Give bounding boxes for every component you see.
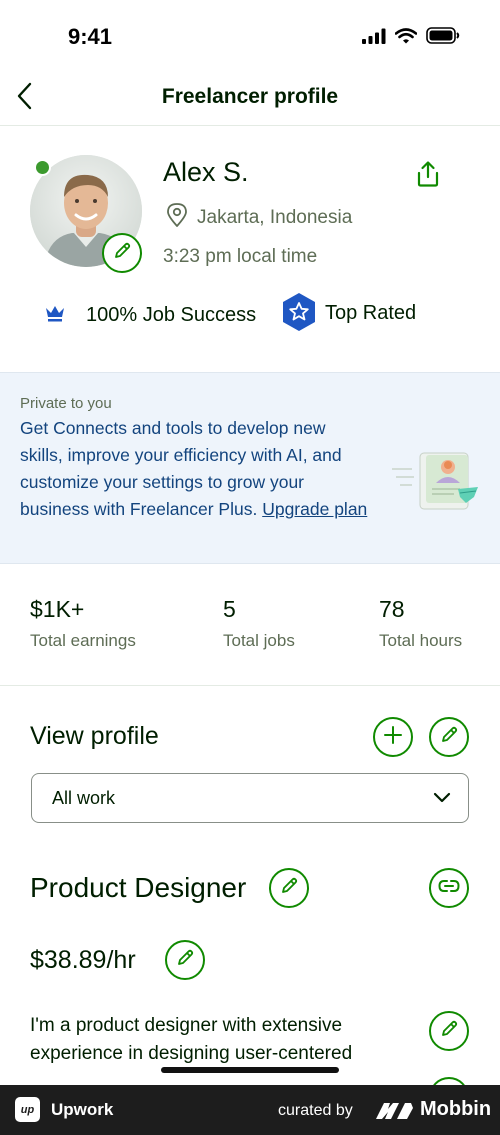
- plus-icon: [383, 725, 403, 750]
- top-rated-badge-icon: [280, 292, 318, 337]
- edit-title-button[interactable]: [269, 868, 309, 908]
- pencil-icon: [279, 876, 299, 901]
- footer-app-name: Upwork: [51, 1100, 114, 1119]
- profile-overview: I'm a product designer with extensive ex…: [30, 1015, 353, 1064]
- stat-value: 78: [379, 596, 405, 622]
- profile-select-dropdown[interactable]: All work: [31, 773, 469, 823]
- footer-brand: Mobbin: [420, 1098, 492, 1120]
- wifi-icon: [394, 27, 418, 49]
- hourly-rate: $38.89/hr: [30, 946, 136, 974]
- avatar-container: [30, 155, 142, 273]
- upgrade-plan-link[interactable]: Upgrade plan: [262, 499, 367, 519]
- promo-body: Get Connects and tools to develop new sk…: [20, 415, 372, 523]
- share-button[interactable]: [412, 160, 444, 192]
- location-text: Jakarta, Indonesia: [197, 206, 353, 228]
- link-icon: [438, 879, 460, 898]
- pencil-icon: [112, 241, 132, 266]
- cellular-signal-icon: [362, 28, 386, 49]
- pencil-icon: [175, 948, 195, 973]
- copy-profile-link-button[interactable]: [429, 868, 469, 908]
- stat-value: 5: [223, 596, 236, 622]
- location-row: Jakarta, Indonesia: [165, 202, 352, 233]
- stat-total-jobs: 5 Total jobs: [223, 596, 295, 651]
- crown-icon: [44, 304, 66, 327]
- stat-value: $1K+: [30, 596, 85, 622]
- select-value: All work: [52, 788, 116, 808]
- job-success-badge: 100% Job Success: [86, 304, 257, 326]
- location-pin-icon: [165, 202, 189, 233]
- upgrade-promo-banner: Private to you Get Connects and tools to…: [0, 372, 500, 564]
- status-icons: [362, 27, 460, 49]
- chevron-down-icon: [432, 790, 452, 809]
- stat-label: Total hours: [379, 631, 463, 650]
- stat-total-hours: 78 Total hours: [379, 596, 462, 651]
- home-indicator[interactable]: [161, 1067, 339, 1073]
- mobbin-logo-icon: [375, 1100, 415, 1125]
- profile-header: Alex S. Jakarta, Indonesia 3:23 pm local…: [0, 126, 500, 372]
- edit-overview-button[interactable]: [429, 1011, 469, 1051]
- edit-profiles-button[interactable]: [429, 717, 469, 757]
- attribution-footer: up Upwork curated by Mobbin: [0, 1085, 500, 1135]
- badges-row: 100% Job Success Top Rated: [44, 292, 464, 332]
- pencil-icon: [439, 725, 459, 750]
- promo-illustration: [390, 449, 482, 513]
- battery-icon: [426, 27, 460, 49]
- local-time: 3:23 pm local time: [163, 246, 318, 267]
- stat-label: Total earnings: [30, 631, 136, 650]
- add-specialized-profile-button[interactable]: [373, 717, 413, 757]
- job-title: Product Designer: [30, 872, 247, 903]
- stat-label: Total jobs: [223, 631, 295, 650]
- pencil-icon: [439, 1019, 459, 1044]
- nav-bar: Freelancer profile: [0, 72, 500, 126]
- promo-eyebrow: Private to you: [20, 395, 112, 412]
- stat-total-earnings: $1K+ Total earnings: [30, 596, 136, 651]
- footer-curated-by: curated by: [278, 1102, 353, 1119]
- upwork-logo: up: [15, 1097, 40, 1122]
- edit-photo-button[interactable]: [102, 233, 142, 273]
- stats-row: $1K+ Total earnings 5 Total jobs 78 Tota…: [0, 564, 500, 686]
- status-time: 9:41: [68, 24, 113, 49]
- status-bar: 9:41: [0, 0, 500, 72]
- top-rated-badge: Top Rated: [325, 302, 417, 324]
- share-icon: [414, 160, 442, 193]
- edit-rate-button[interactable]: [165, 940, 205, 980]
- freelancer-name: Alex S.: [163, 157, 249, 187]
- online-status-dot: [34, 159, 51, 176]
- view-profile-heading: View profile: [30, 722, 159, 750]
- page-title: Freelancer profile: [161, 85, 339, 108]
